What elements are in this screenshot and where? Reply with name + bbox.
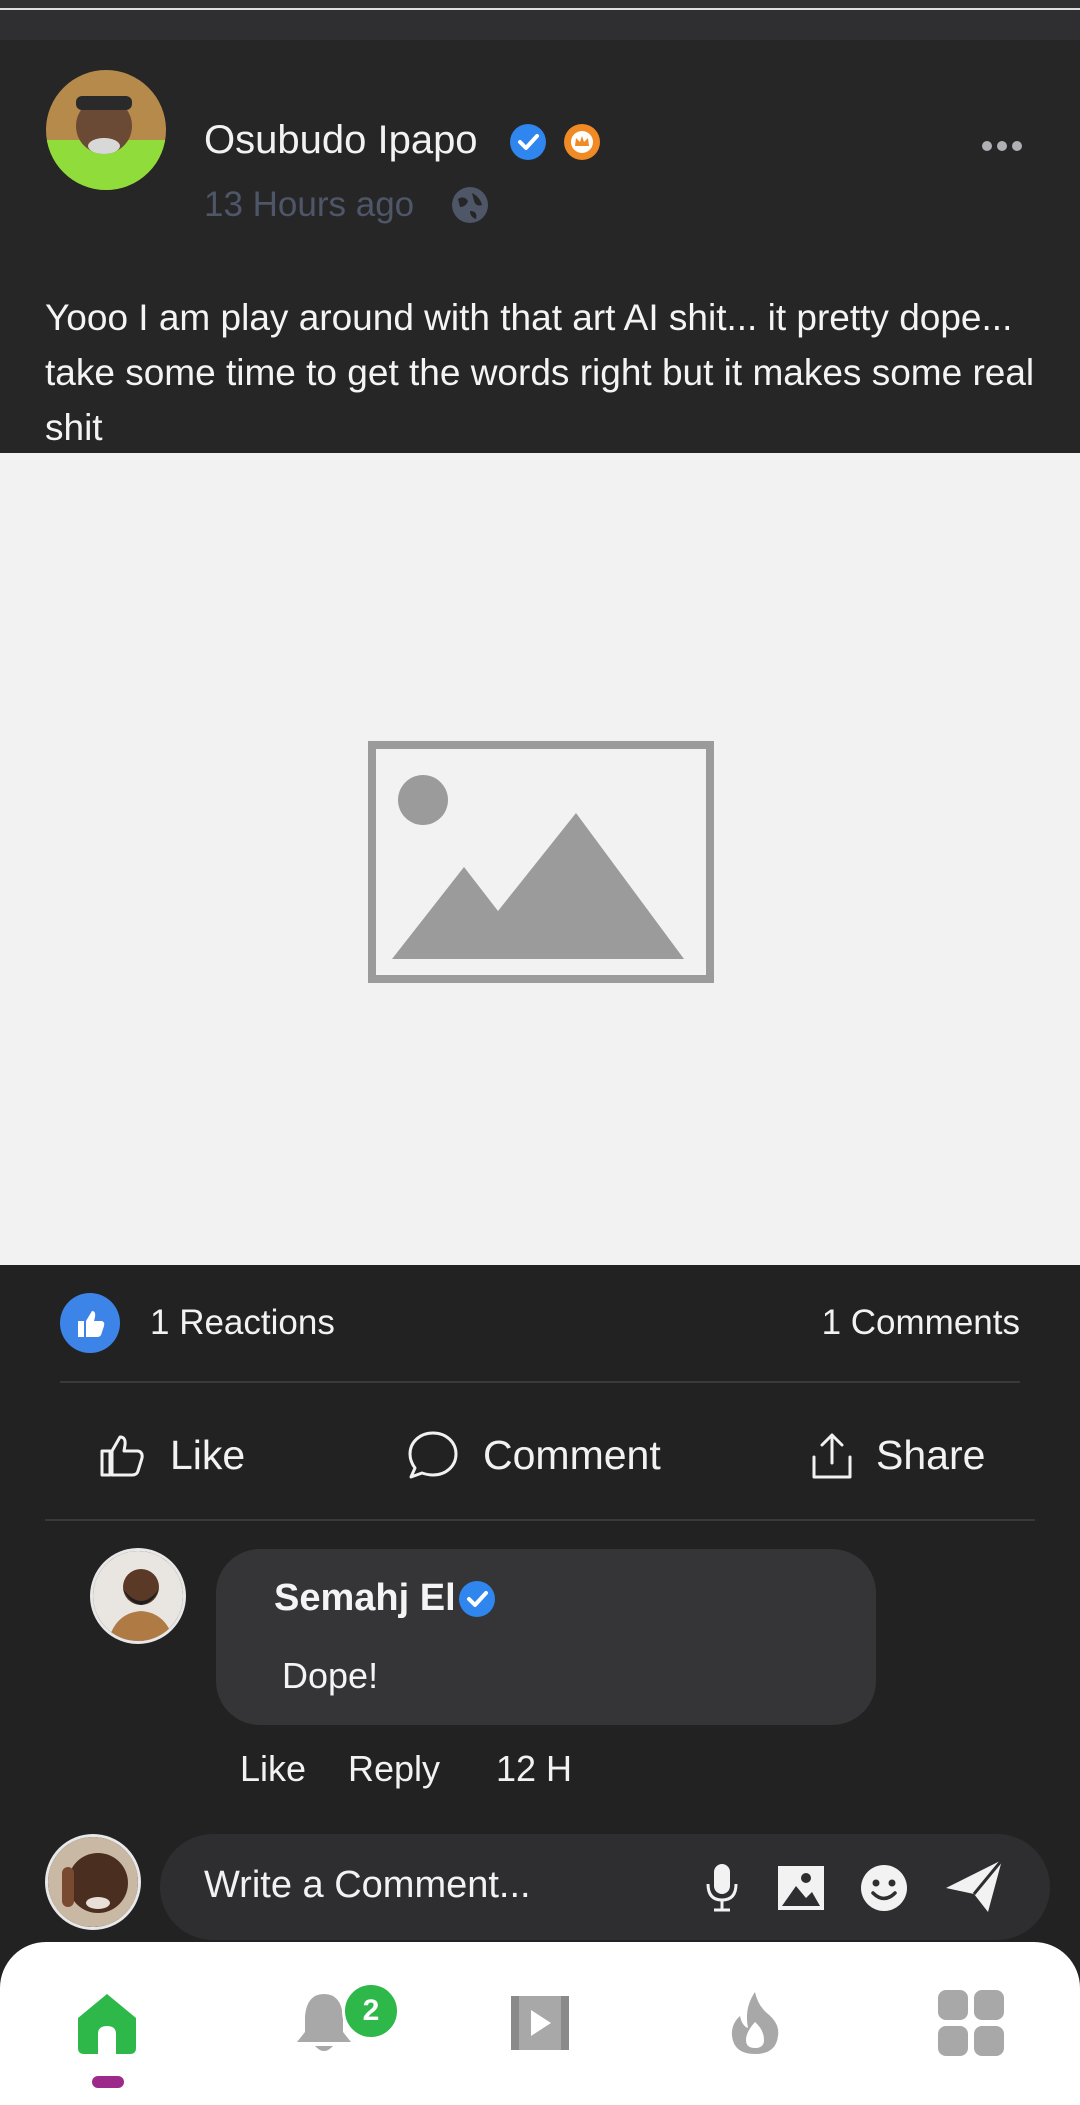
flame-icon[interactable]: [720, 1988, 790, 2058]
like-reaction-icon[interactable]: [60, 1293, 120, 1353]
active-tab-indicator: [92, 2076, 124, 2088]
comment-label: Comment: [483, 1431, 661, 1478]
microphone-icon[interactable]: [704, 1862, 740, 1912]
author-name[interactable]: Osubudo Ipapo: [204, 118, 478, 163]
author-avatar[interactable]: [46, 70, 166, 190]
like-label: Like: [170, 1431, 246, 1478]
current-user-avatar[interactable]: [45, 1834, 141, 1930]
actions-divider: [45, 1519, 1035, 1521]
like-button[interactable]: Like: [96, 1425, 245, 1485]
comment-like-link[interactable]: Like: [240, 1748, 306, 1790]
home-icon[interactable]: [72, 1988, 142, 2058]
crown-icon: [564, 124, 600, 160]
verified-icon: [459, 1581, 495, 1617]
comment-text: Dope!: [282, 1655, 379, 1696]
comment-composer: Write a Comment...: [0, 1828, 1080, 1948]
comment-input[interactable]: Write a Comment...: [160, 1834, 1050, 1940]
commenter-name[interactable]: Semahj El: [274, 1577, 456, 1620]
comment-input-placeholder: Write a Comment...: [204, 1864, 531, 1906]
stats-divider: [60, 1381, 1020, 1383]
comment-bubble: Semahj El Dope!: [216, 1549, 876, 1725]
more-options-icon[interactable]: [980, 132, 1024, 160]
video-icon[interactable]: [505, 1988, 575, 2058]
comment-reply-link[interactable]: Reply: [348, 1748, 440, 1790]
send-icon[interactable]: [944, 1856, 1006, 1916]
post-header: Osubudo Ipapo 13 Hours ago Yooo I am pla…: [0, 40, 1080, 453]
comment-button[interactable]: Comment: [405, 1425, 661, 1485]
thumbs-up-icon: [100, 1435, 144, 1477]
bottom-navigation: 2: [0, 1942, 1080, 2105]
commenter-avatar[interactable]: [90, 1548, 186, 1644]
verified-icon: [510, 124, 546, 160]
emoji-icon[interactable]: [860, 1864, 908, 1912]
reactions-count[interactable]: 1 Reactions: [150, 1303, 335, 1343]
post-timestamp: 13 Hours ago: [204, 185, 415, 224]
comment-time: 12 H: [496, 1748, 573, 1789]
share-label: Share: [876, 1431, 986, 1478]
globe-icon: [450, 185, 490, 225]
comments-count[interactable]: 1 Comments: [822, 1303, 1020, 1343]
top-strip: [0, 0, 1080, 40]
image-placeholder-icon: [368, 741, 714, 983]
speech-bubble-icon: [408, 1431, 458, 1479]
top-divider: [0, 8, 1080, 10]
image-upload-icon[interactable]: [776, 1864, 826, 1912]
notifications-badge: 2: [342, 1982, 400, 2040]
post-text: Yooo I am play around with that art AI s…: [45, 297, 1035, 448]
share-button[interactable]: Share: [810, 1425, 985, 1485]
post-image[interactable]: [0, 453, 1080, 1265]
menu-grid-icon[interactable]: [936, 1988, 1006, 2058]
share-icon: [812, 1433, 852, 1479]
